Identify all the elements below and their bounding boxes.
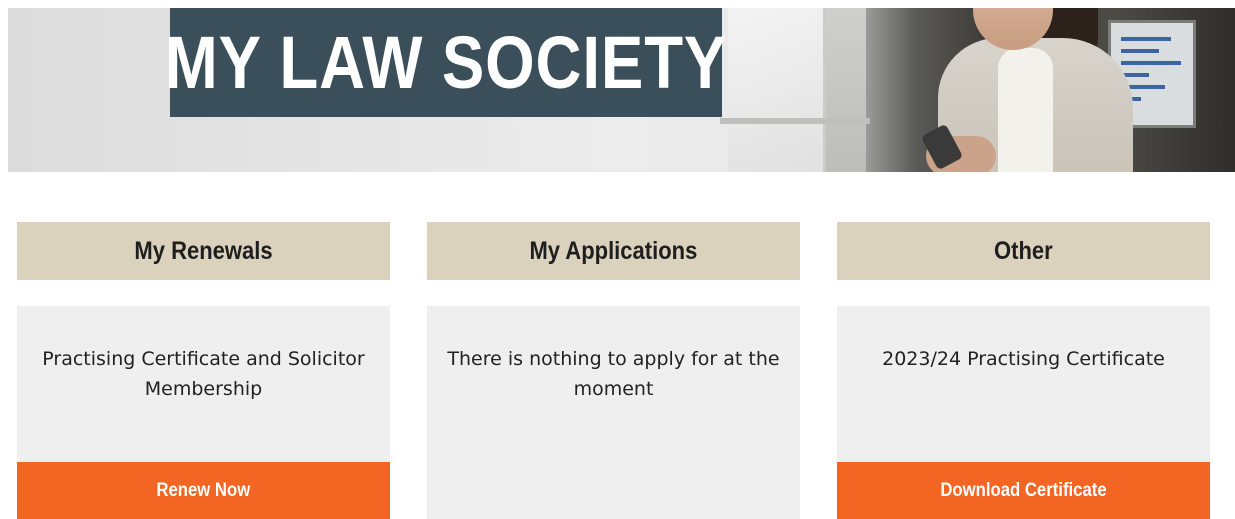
renewals-card: Practising Certificate and Solicitor Mem…: [17, 306, 390, 519]
other-column: Other 2023/24 Practising Certificate Dow…: [837, 222, 1210, 519]
other-heading: Other: [994, 236, 1053, 265]
renew-now-label: Renew Now: [156, 479, 251, 501]
site-title: MY LAW SOCIETY: [164, 21, 728, 104]
other-card: 2023/24 Practising Certificate Download …: [837, 306, 1210, 519]
other-header: Other: [837, 222, 1210, 280]
renewals-header: My Renewals: [17, 222, 390, 280]
download-certificate-label: Download Certificate: [940, 479, 1107, 501]
site-title-box: MY LAW SOCIETY: [165, 8, 726, 117]
banner-person-shirt: [998, 48, 1053, 172]
banner-window: [728, 8, 823, 172]
download-certificate-button[interactable]: Download Certificate: [837, 462, 1210, 519]
applications-column: My Applications There is nothing to appl…: [427, 222, 800, 519]
renewals-column: My Renewals Practising Certificate and S…: [17, 222, 390, 519]
renewals-heading: My Renewals: [134, 236, 273, 265]
applications-header: My Applications: [427, 222, 800, 280]
renewals-card-text: Practising Certificate and Solicitor Mem…: [42, 348, 365, 400]
other-card-text: 2023/24 Practising Certificate: [882, 348, 1165, 370]
applications-card: There is nothing to apply for at the mom…: [427, 306, 800, 519]
applications-heading: My Applications: [529, 236, 698, 265]
applications-card-text: There is nothing to apply for at the mom…: [447, 348, 780, 400]
banner-window-mullion: [720, 118, 870, 124]
renew-now-button[interactable]: Renew Now: [17, 462, 390, 519]
banner-window-frame: [826, 8, 866, 172]
